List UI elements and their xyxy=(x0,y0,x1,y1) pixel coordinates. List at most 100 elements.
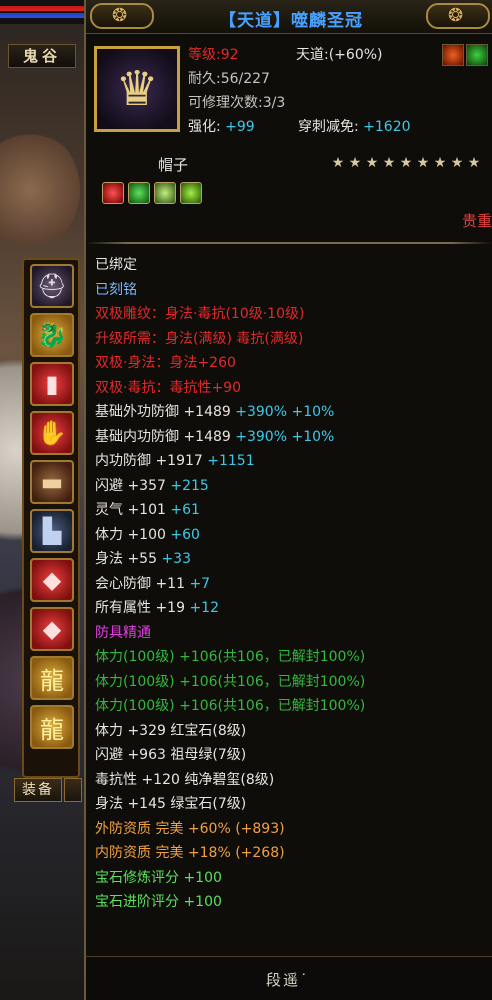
ruby-gem-icon xyxy=(102,182,124,204)
pierce-row: 穿刺减免: +1620 xyxy=(298,118,411,136)
red-amulet-icon: ◆ xyxy=(42,615,62,643)
attribute-line: 内功防御 +1917 +1151 xyxy=(95,449,490,474)
star-rating: ★ ★ ★ ★ ★ ★ ★ ★ ★ xyxy=(330,155,483,171)
glove-icon: ✋ xyxy=(37,419,67,447)
green-gem-icon xyxy=(180,182,202,204)
star-icon: ★ xyxy=(450,155,465,171)
attribute-line: 体力 +100 +60 xyxy=(95,523,490,548)
attribute-line: 宝石进阶评分 +100 xyxy=(95,890,490,915)
attribute-line: 体力(100级) +106(共106，已解封100%) xyxy=(95,694,490,719)
attribute-text: 防具精通 xyxy=(95,624,151,641)
element-icons xyxy=(442,44,488,66)
equipment-slot-column: ⛑ 🐉 ▮ ✋ ▬ ▙ ◆ ◆ 龍龍 xyxy=(22,258,80,778)
tourmaline-gem-icon xyxy=(154,182,176,204)
tab-next[interactable] xyxy=(64,778,82,802)
attribute-text: +12 xyxy=(189,600,219,616)
boots-icon: ▙ xyxy=(42,517,62,545)
attribute-text: 闪避 +357 xyxy=(95,477,171,494)
attribute-line: 宝石修炼评分 +100 xyxy=(95,866,490,891)
attribute-line: 防具精通 xyxy=(95,621,490,646)
pierce-label: 穿刺减免: xyxy=(298,119,359,135)
tooltip-footer: 段遥˙ xyxy=(86,956,492,1000)
equipment-slot[interactable]: ▬ xyxy=(30,460,74,504)
divider xyxy=(86,242,492,244)
attribute-line: 闪避 +357 +215 xyxy=(95,474,490,499)
item-slot-type: 帽子 xyxy=(158,156,189,174)
rarity-label: 贵重 xyxy=(462,212,492,230)
dragon-icon: 🐉 xyxy=(37,321,67,349)
attribute-text: +33 xyxy=(161,551,191,567)
ornament-icon xyxy=(90,3,154,29)
attribute-text: 身法 +145 绿宝石(7级) xyxy=(95,796,247,812)
equipment-slot[interactable]: 龍 xyxy=(30,705,74,749)
attribute-text: 外防资质 完美 +60% (+893) xyxy=(95,820,285,837)
attribute-list: 已绑定 已刻铭 双极雕纹：身法·毒抗(10级·10级) 升级所需：身法(满级) 毒抗(… xyxy=(95,253,490,915)
attribute-line: 体力 +329 红宝石(8级) xyxy=(95,719,490,744)
equipment-slot[interactable]: 🐉 xyxy=(30,313,74,357)
attribute-text: 升级所需：身法(满级) 毒抗(满级) xyxy=(95,330,304,347)
attribute-text: 已刻铭 xyxy=(95,281,137,298)
equipment-slot[interactable]: ▮ xyxy=(30,362,74,406)
attribute-text: 宝石进阶评分 +100 xyxy=(95,894,222,910)
star-icon: ★ xyxy=(467,155,482,171)
attribute-text: 闪避 +963 祖母绿(7级) xyxy=(95,747,247,763)
health-mana-bar xyxy=(0,0,84,24)
attribute-line: 毒抗性 +120 纯净碧玺(8级) xyxy=(95,768,490,793)
enhance-row: 强化: +99 xyxy=(188,118,255,136)
attribute-line: 灵气 +101 +61 xyxy=(95,498,490,523)
attribute-text: +61 xyxy=(170,502,200,518)
pierce-value: +1620 xyxy=(363,119,411,135)
tooltip-title-bar: 【天道】噬麟圣冠 xyxy=(86,0,492,34)
attribute-text: 基础外功防御 +1489 xyxy=(95,404,236,420)
attribute-text: 宝石修炼评分 +100 xyxy=(95,869,222,886)
attribute-line: 已刻铭 xyxy=(95,278,490,303)
crown-icon: ♛ xyxy=(115,61,159,117)
attribute-line: 双极·身法：身法+260 xyxy=(95,351,490,376)
owner-name: 段遥˙ xyxy=(266,971,310,989)
attribute-text: +60 xyxy=(170,526,200,543)
item-icon-frame: ♛ xyxy=(94,46,180,132)
attribute-line: 体力(100级) +106(共106，已解封100%) xyxy=(95,645,490,670)
attribute-text: 体力(100级) +106(共106，已解封100%) xyxy=(95,698,366,714)
fire-element-icon xyxy=(442,44,464,66)
attribute-text: 会心防御 +11 xyxy=(95,575,190,592)
attribute-line: 基础外功防御 +1489 +390% +10% xyxy=(95,400,490,425)
equipment-slot[interactable]: ✋ xyxy=(30,411,74,455)
gold-dragon-icon: 龍 xyxy=(40,666,64,695)
equipment-slot[interactable]: ◆ xyxy=(30,607,74,651)
star-icon: ★ xyxy=(433,155,448,171)
equipment-slot[interactable]: ⛑ xyxy=(30,264,74,308)
enhance-value: +99 xyxy=(225,119,255,135)
gold-dragon-icon: 龍 xyxy=(40,715,64,744)
attribute-text: +7 xyxy=(189,575,211,592)
equipment-slot[interactable]: ◆ xyxy=(30,558,74,602)
scenery xyxy=(0,130,80,250)
attribute-text: 体力(100级) +106(共106，已解封100%) xyxy=(95,673,366,690)
tab-equipment[interactable]: 装备 xyxy=(14,778,62,802)
equipment-slot[interactable]: 龍 xyxy=(30,656,74,700)
star-icon: ★ xyxy=(331,155,346,171)
helmet-icon: ⛑ xyxy=(36,272,68,300)
attribute-text: 已绑定 xyxy=(95,257,137,273)
attribute-line: 所有属性 +19 +12 xyxy=(95,596,490,621)
attribute-line: 内防资质 完美 +18% (+268) xyxy=(95,841,490,866)
item-level: 等级:92 xyxy=(188,47,239,63)
attribute-text: +1151 xyxy=(207,453,255,469)
durability: 耐久:56/227 xyxy=(188,71,270,87)
attribute-line: 升级所需：身法(满级) 毒抗(满级) xyxy=(95,327,490,352)
attribute-line: 身法 +55 +33 xyxy=(95,547,490,572)
attribute-text: 双极·身法：身法+260 xyxy=(95,355,236,371)
equipment-slot[interactable]: ▙ xyxy=(30,509,74,553)
attribute-line: 基础内功防御 +1489 +390% +10% xyxy=(95,425,490,450)
attribute-text: +390% +10% xyxy=(235,428,335,445)
star-icon: ★ xyxy=(365,155,380,171)
attribute-text: +215 xyxy=(170,477,209,494)
attribute-text: 毒抗性 +120 纯净碧玺(8级) xyxy=(95,771,275,788)
red-amulet-icon: ◆ xyxy=(42,566,62,594)
attribute-text: 身法 +55 xyxy=(95,551,162,567)
attribute-text: 内功防御 +1917 xyxy=(95,453,208,469)
belt-icon: ▬ xyxy=(40,468,64,496)
tab-guigu[interactable]: 鬼谷 xyxy=(8,44,76,68)
attribute-line: 闪避 +963 祖母绿(7级) xyxy=(95,743,490,768)
attribute-text: +390% +10% xyxy=(235,404,335,420)
